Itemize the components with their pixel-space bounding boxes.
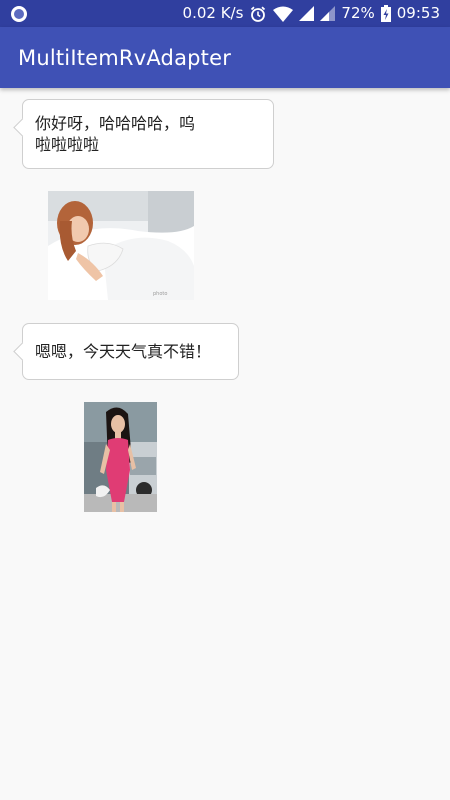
svg-text:photo: photo: [153, 291, 167, 297]
signal-icon: [320, 6, 336, 21]
photo-woman-pink-dress-icon: [84, 402, 157, 512]
clock: 09:53: [396, 4, 440, 22]
chat-bubble-text[interactable]: 你好呀，哈哈哈哈，呜 啦啦啦啦: [22, 99, 274, 169]
battery-charging-icon: [380, 5, 391, 22]
app-screen: 0.02 K/s 72% 09:53 MultiItemRvAdapter 你好…: [0, 0, 450, 800]
alarm-icon: [249, 5, 267, 23]
chat-bubble-text[interactable]: 嗯嗯，今天天气真不错！: [22, 323, 239, 380]
status-bar: 0.02 K/s 72% 09:53: [0, 0, 450, 27]
chat-message-text: 你好呀，哈哈哈哈，呜 啦啦啦啦: [35, 114, 196, 154]
screen-record-icon: [11, 5, 27, 22]
chat-image[interactable]: photo: [48, 191, 194, 300]
photo-woman-on-bed-icon: photo: [48, 191, 194, 300]
battery-percent: 72%: [341, 4, 375, 22]
wifi-icon: [273, 6, 294, 22]
signal-icon: [299, 6, 315, 21]
app-bar: MultiItemRvAdapter: [0, 27, 450, 88]
app-title: MultiItemRvAdapter: [18, 45, 232, 70]
chat-image[interactable]: [84, 402, 157, 512]
chat-message-text: 嗯嗯，今天天气真不错！: [35, 342, 212, 361]
network-speed: 0.02 K/s: [182, 4, 244, 22]
